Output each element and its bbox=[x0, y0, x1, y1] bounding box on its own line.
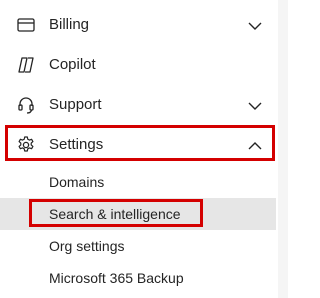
panel-scroll-rail bbox=[278, 0, 288, 298]
nav-item-settings[interactable]: Settings bbox=[0, 125, 276, 165]
nav-subitem-label: Microsoft 365 Backup bbox=[49, 270, 184, 286]
admin-nav-panel: Billing Copilot Support Settings Domains… bbox=[0, 0, 288, 298]
nav-subitem-label: Org settings bbox=[49, 238, 125, 254]
chevron-up-icon[interactable] bbox=[247, 138, 263, 154]
headset-icon bbox=[16, 95, 36, 115]
nav-item-billing[interactable]: Billing bbox=[0, 5, 276, 45]
nav-item-support[interactable]: Support bbox=[0, 85, 276, 125]
nav-item-label: Settings bbox=[49, 136, 104, 153]
billing-icon bbox=[16, 15, 36, 35]
nav-item-copilot[interactable]: Copilot bbox=[0, 45, 276, 85]
nav-subitem-org-settings[interactable]: Org settings bbox=[0, 230, 276, 262]
nav-subitem-domains[interactable]: Domains bbox=[0, 166, 276, 198]
nav-subitem-microsoft-365-backup[interactable]: Microsoft 365 Backup bbox=[0, 262, 276, 294]
nav-item-label: Copilot bbox=[49, 56, 96, 73]
nav-subitem-label: Search & intelligence bbox=[49, 206, 181, 222]
nav-item-label: Billing bbox=[49, 16, 90, 33]
copilot-icon bbox=[16, 55, 36, 75]
nav-subitem-search-intelligence[interactable]: Search & intelligence bbox=[0, 198, 276, 230]
nav-subitem-label: Domains bbox=[49, 174, 105, 190]
nav-item-label: Support bbox=[49, 96, 102, 113]
gear-icon bbox=[16, 135, 36, 155]
chevron-down-icon[interactable] bbox=[247, 18, 263, 34]
chevron-down-icon[interactable] bbox=[247, 98, 263, 114]
